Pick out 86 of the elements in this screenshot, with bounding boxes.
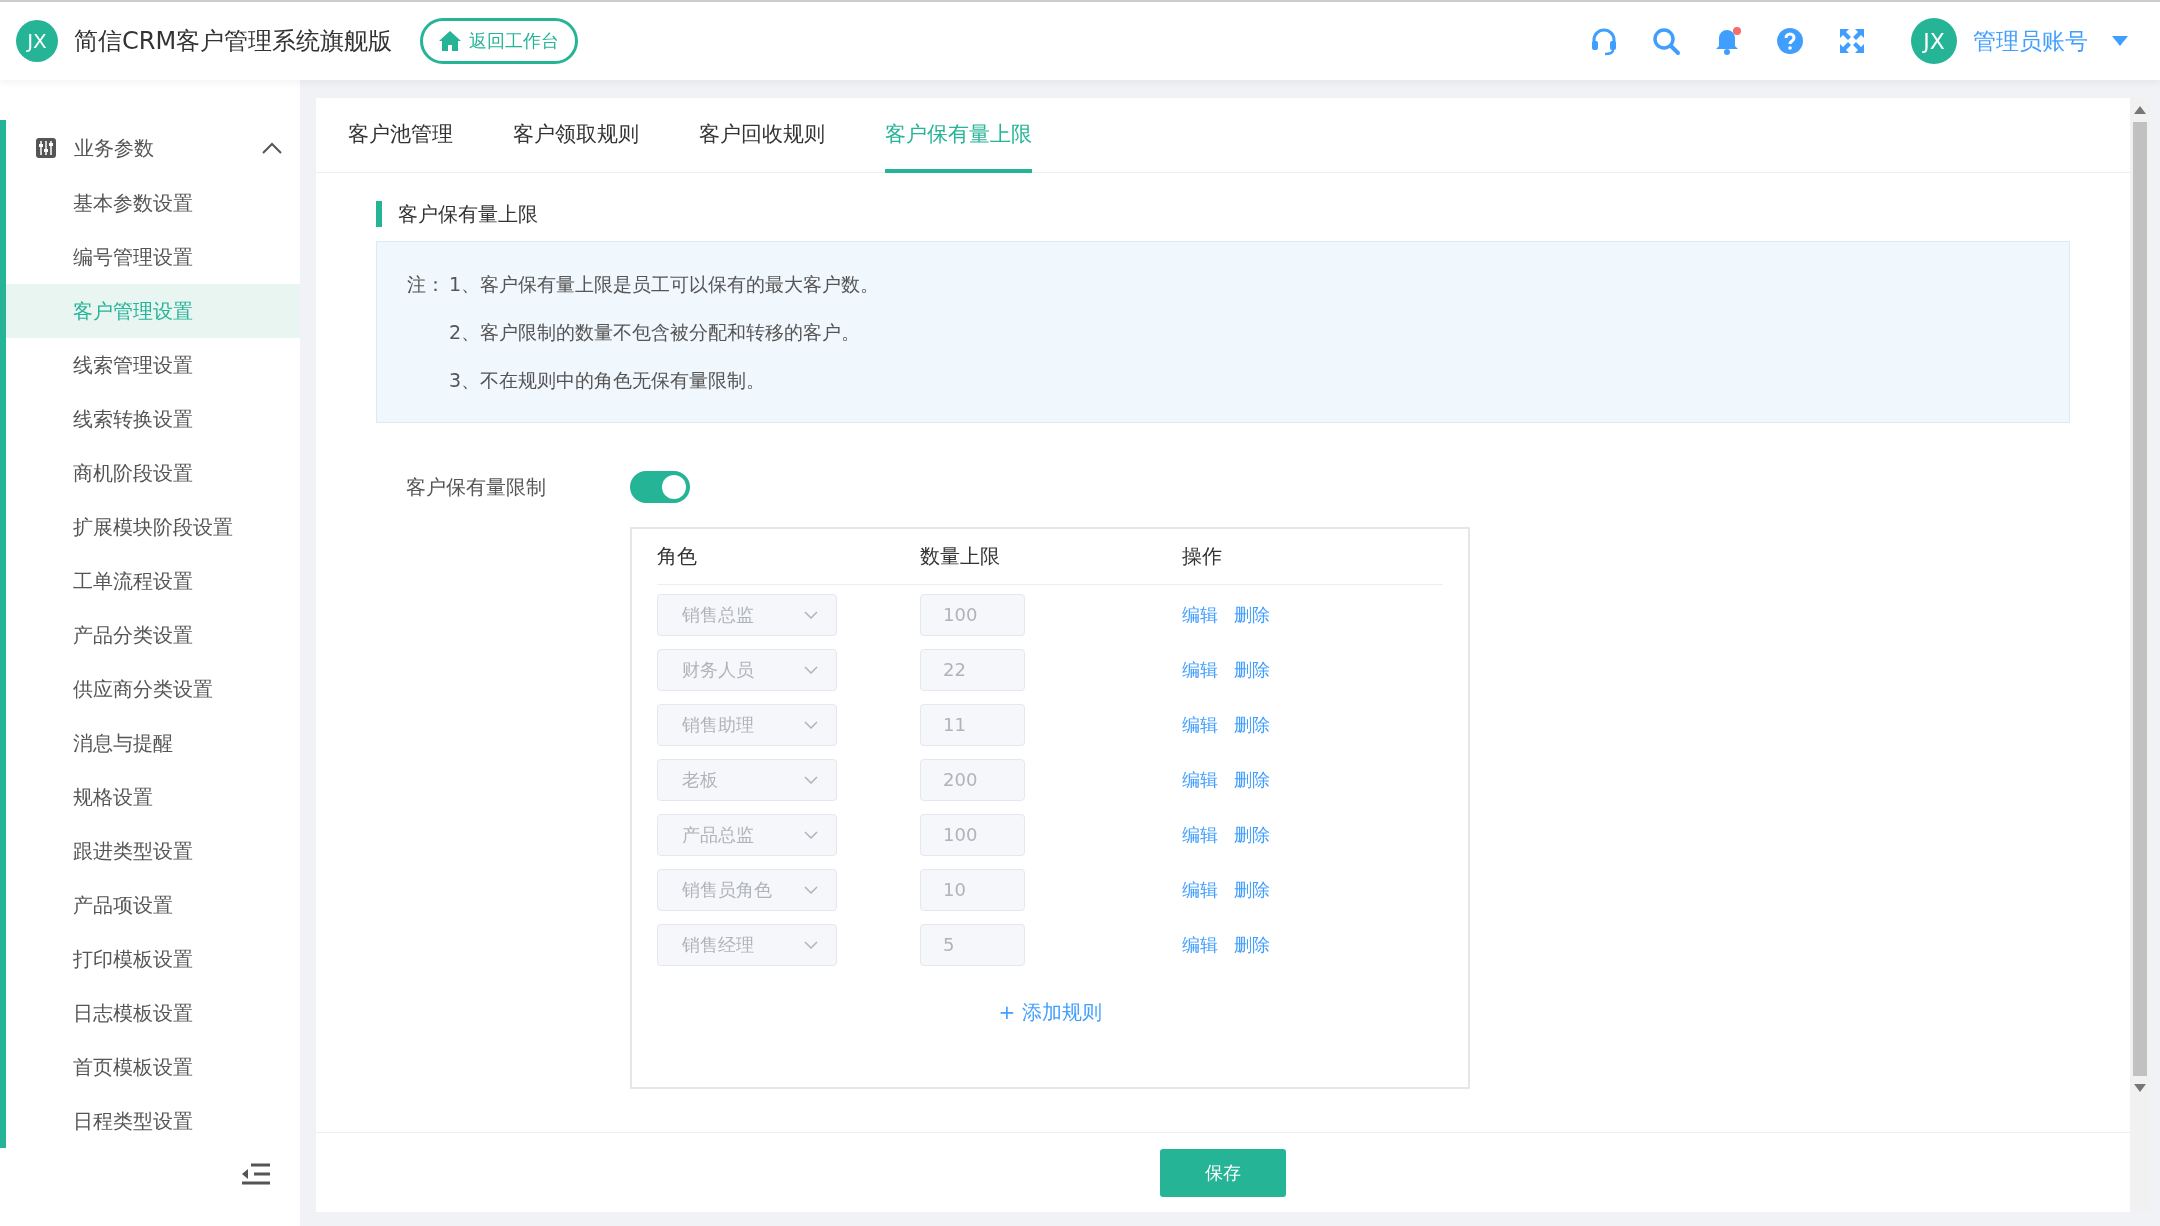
edit-link[interactable]: 编辑 (1182, 877, 1218, 902)
note-text: 2、客户限制的数量不包含被分配和转移的客户。 (449, 320, 862, 345)
logo-icon: JX (16, 20, 58, 62)
chevron-down-icon (804, 830, 818, 839)
sidebar-item[interactable]: 供应商分类设置 (6, 662, 300, 716)
edit-link[interactable]: 编辑 (1182, 657, 1218, 682)
sidebar-item[interactable]: 首页模板设置 (6, 1040, 300, 1094)
help-icon[interactable] (1775, 26, 1805, 56)
role-select[interactable]: 销售总监 (657, 593, 837, 636)
role-select[interactable]: 销售经理 (657, 923, 837, 966)
scrollbar[interactable] (2130, 98, 2150, 1212)
tab[interactable]: 客户领取规则 (513, 98, 639, 173)
sidebar-item[interactable]: 日程类型设置 (6, 1094, 300, 1148)
sidebar-item[interactable]: 打印模板设置 (6, 932, 300, 986)
edit-link[interactable]: 编辑 (1182, 822, 1218, 847)
save-button[interactable]: 保存 (1160, 1148, 1286, 1197)
edit-link[interactable]: 编辑 (1182, 767, 1218, 792)
sidebar-item[interactable]: 跟进类型设置 (6, 824, 300, 878)
limit-input[interactable]: 10 (920, 868, 1025, 911)
chevron-down-icon (804, 720, 818, 729)
edit-link[interactable]: 编辑 (1182, 712, 1218, 737)
sidebar-item[interactable]: 产品分类设置 (6, 608, 300, 662)
delete-link[interactable]: 删除 (1234, 877, 1270, 902)
tab[interactable]: 客户池管理 (348, 98, 453, 173)
chevron-down-icon (804, 885, 818, 894)
limit-input[interactable]: 100 (920, 593, 1025, 636)
role-select[interactable]: 产品总监 (657, 813, 837, 856)
section-title: 客户保有量上限 (376, 201, 2070, 227)
delete-link[interactable]: 删除 (1234, 657, 1270, 682)
role-select[interactable]: 财务人员 (657, 648, 837, 691)
role-select[interactable]: 销售员角色 (657, 868, 837, 911)
note-text: 3、不在规则中的角色无保有量限制。 (449, 368, 767, 393)
fullscreen-icon[interactable] (1837, 26, 1867, 56)
user-avatar[interactable]: JX (1911, 18, 1957, 64)
sidebar-item[interactable]: 工单流程设置 (6, 554, 300, 608)
home-icon (439, 31, 462, 51)
sidebar-item[interactable]: 编号管理设置 (6, 230, 300, 284)
toggle-label: 客户保有量限制 (406, 473, 547, 501)
note-label: 注： (407, 272, 445, 297)
sidebar-group[interactable]: 业务参数 (6, 120, 300, 176)
edit-link[interactable]: 编辑 (1182, 602, 1218, 627)
delete-link[interactable]: 删除 (1234, 712, 1270, 737)
note-text: 1、客户保有量上限是员工可以保有的最大客户数。 (449, 272, 880, 297)
column-header: 角色 (657, 543, 698, 570)
collapse-menu-icon[interactable] (242, 1162, 270, 1186)
chevron-down-icon (804, 610, 818, 619)
add-rule-button[interactable]: + 添加规则 (992, 998, 1108, 1027)
tab[interactable]: 客户保有量上限 (885, 98, 1032, 173)
app-title: 简信CRM客户管理系统旗舰版 (74, 26, 393, 57)
delete-link[interactable]: 删除 (1234, 932, 1270, 957)
sidebar-item[interactable]: 线索管理设置 (6, 338, 300, 392)
delete-link[interactable]: 删除 (1234, 602, 1270, 627)
role-select[interactable]: 老板 (657, 758, 837, 801)
sidebar-item[interactable]: 线索转换设置 (6, 392, 300, 446)
search-icon[interactable] (1651, 26, 1681, 56)
limit-input[interactable]: 5 (920, 923, 1025, 966)
sidebar-item[interactable]: 基本参数设置 (6, 176, 300, 230)
sidebar-item[interactable]: 扩展模块阶段设置 (6, 500, 300, 554)
user-name[interactable]: 管理员账号 (1973, 25, 2088, 57)
edit-link[interactable]: 编辑 (1182, 932, 1218, 957)
scroll-up-icon[interactable] (2134, 106, 2146, 114)
limit-input[interactable]: 22 (920, 648, 1025, 691)
chevron-down-icon (804, 775, 818, 784)
limit-switch[interactable] (630, 471, 690, 503)
sidebar-item[interactable]: 消息与提醒 (6, 716, 300, 770)
chevron-down-icon (804, 665, 818, 674)
sidebar-item[interactable]: 商机阶段设置 (6, 446, 300, 500)
chevron-down-icon (804, 940, 818, 949)
back-button[interactable]: 返回工作台 (420, 18, 579, 64)
headset-icon[interactable] (1589, 26, 1619, 56)
sidebar-item[interactable]: 客户管理设置 (6, 284, 300, 338)
sidebar-item[interactable]: 产品项设置 (6, 878, 300, 932)
column-header: 数量上限 (920, 543, 1001, 570)
sidebar-item[interactable]: 日志模板设置 (6, 986, 300, 1040)
tab[interactable]: 客户回收规则 (699, 98, 825, 173)
delete-link[interactable]: 删除 (1234, 767, 1270, 792)
caret-icon[interactable] (2112, 36, 2128, 46)
limit-input[interactable]: 11 (920, 703, 1025, 746)
column-header: 操作 (1182, 543, 1223, 570)
sliders-icon (36, 138, 56, 158)
role-select[interactable]: 销售助理 (657, 703, 837, 746)
delete-link[interactable]: 删除 (1234, 822, 1270, 847)
limit-input[interactable]: 200 (920, 758, 1025, 801)
limit-input[interactable]: 100 (920, 813, 1025, 856)
sidebar-item[interactable]: 规格设置 (6, 770, 300, 824)
scroll-down-icon[interactable] (2134, 1084, 2146, 1092)
